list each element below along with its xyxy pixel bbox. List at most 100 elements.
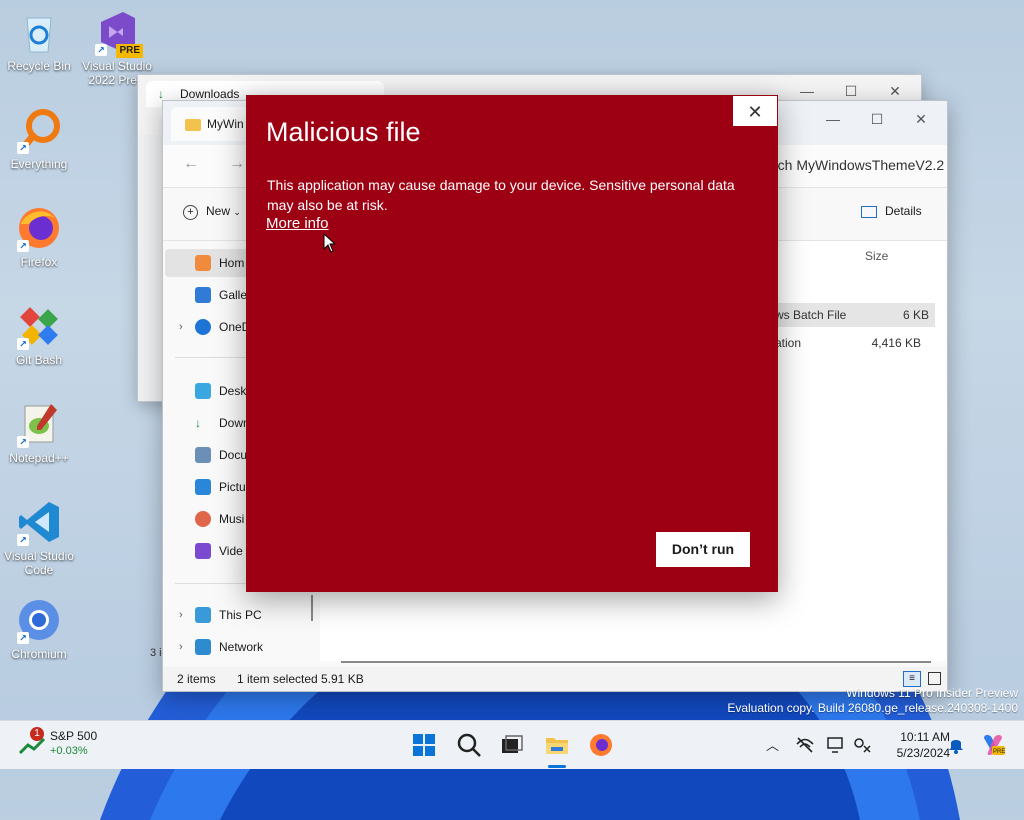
- file-type: ws Batch File: [775, 308, 847, 322]
- pre-badge: PRE: [116, 44, 143, 58]
- new-button[interactable]: + New ⌄: [183, 204, 241, 220]
- nav-pane-scrollbar[interactable]: [311, 595, 313, 621]
- close-button[interactable]: ✕: [899, 107, 943, 131]
- firefox-icon: ↗: [15, 204, 63, 252]
- desktop-icon: [195, 383, 211, 399]
- nav-item-label: Network: [219, 640, 264, 654]
- nav-item-videos[interactable]: Vide: [195, 537, 243, 565]
- notepad-plus-plus-icon: ↗: [15, 400, 63, 448]
- chevron-right-icon[interactable]: ›: [179, 641, 183, 653]
- sidebar-strip: [138, 135, 164, 401]
- notification-badge: 1: [30, 727, 44, 741]
- details-button[interactable]: Details: [861, 204, 922, 218]
- network-icon: [195, 639, 211, 655]
- desktop-icon-notepad-plus-plus[interactable]: ↗ Notepad++: [1, 400, 77, 465]
- nav-item-desktop[interactable]: Deskt: [195, 377, 250, 405]
- chevron-up-icon[interactable]: ︿: [766, 735, 779, 754]
- nav-item-home[interactable]: Hom: [195, 249, 244, 277]
- maximize-button[interactable]: ☐: [855, 107, 899, 131]
- widget-change: +0.03%: [50, 745, 88, 757]
- chevron-right-icon[interactable]: ›: [179, 609, 183, 621]
- tab-label: MyWin: [207, 117, 244, 131]
- search-box[interactable]: rch MyWindowsThemeV2.2: [773, 157, 944, 173]
- evaluation-watermark: Windows 11 Pro Insider Preview Evaluatio…: [727, 686, 1018, 716]
- dialog-title: Malicious file: [266, 117, 421, 147]
- new-label: New: [206, 204, 231, 218]
- nav-item-this-pc[interactable]: This PC: [195, 601, 262, 629]
- vscode-icon: ↗: [15, 498, 63, 546]
- plus-icon: +: [183, 205, 198, 220]
- nav-item-pictures[interactable]: Pictu: [195, 473, 246, 501]
- column-header-size[interactable]: Size: [865, 249, 888, 263]
- dialog-message: This application may cause damage to you…: [267, 177, 735, 213]
- desktop-icon-vscode[interactable]: ↗ Visual Studio Code: [1, 498, 77, 577]
- desktop-icon-label: Firefox: [20, 255, 58, 269]
- video-icon: [195, 543, 211, 559]
- firefox-icon[interactable]: [587, 731, 615, 759]
- nav-item-label: Pictu: [219, 480, 246, 494]
- desktop-icon-firefox[interactable]: ↗ Firefox: [1, 204, 77, 269]
- nav-item-label: Hom: [219, 256, 245, 270]
- details-view-icon[interactable]: ≡: [903, 671, 921, 687]
- file-type: ation: [775, 336, 802, 350]
- more-info-link[interactable]: More info: [266, 215, 329, 232]
- stock-widget[interactable]: 1 S&P 500 +0.03%: [18, 727, 128, 761]
- nav-item-music[interactable]: Musi: [195, 505, 244, 533]
- display-icon[interactable]: [826, 736, 846, 754]
- task-view-icon[interactable]: [498, 731, 526, 759]
- download-icon: ↓: [195, 416, 201, 430]
- copilot-icon[interactable]: PRE: [980, 732, 1006, 758]
- nav-item-label: Musi: [219, 512, 245, 526]
- desktop-icon-label: Code: [24, 563, 54, 577]
- nav-item-documents[interactable]: Docu: [195, 441, 247, 469]
- status-selected: 1 item selected: [237, 672, 318, 686]
- desktop-icon-chromium[interactable]: ↗ Chromium: [1, 596, 77, 661]
- details-label: Details: [885, 204, 922, 218]
- dialog-close-button[interactable]: ✕: [732, 95, 778, 127]
- minimize-button[interactable]: —: [811, 107, 855, 131]
- nav-item-label: Docu: [219, 448, 248, 462]
- dont-run-button[interactable]: Don’t run: [656, 532, 750, 567]
- file-row[interactable]: ws Batch File 6 KB: [775, 303, 935, 327]
- desktop-icon-git-bash[interactable]: ↗ Git Bash: [1, 302, 77, 367]
- accessibility-icon[interactable]: [852, 736, 872, 754]
- search-icon[interactable]: [455, 731, 483, 759]
- home-icon: [195, 255, 211, 271]
- recycle-bin-icon: [15, 8, 63, 56]
- everything-search-icon: ↗: [15, 106, 63, 154]
- network-disconnected-icon[interactable]: [795, 736, 815, 754]
- shortcut-arrow-icon: ↗: [17, 338, 29, 350]
- music-icon: [195, 511, 211, 527]
- nav-item-downloads[interactable]: ↓ Down: [195, 409, 250, 437]
- desktop-icon-label: Visual Studio: [82, 59, 152, 73]
- file-size: 4,416 KB: [871, 336, 921, 350]
- svg-text:PRE: PRE: [993, 749, 1005, 755]
- tiles-view-icon[interactable]: [928, 672, 941, 685]
- desktop-icon-label: Git Bash: [15, 353, 63, 367]
- cloud-icon: [195, 319, 211, 335]
- forward-arrow-icon[interactable]: →: [229, 155, 245, 173]
- back-window-item-count: 3 i: [150, 647, 162, 659]
- desktop-icon-recycle-bin[interactable]: Recycle Bin: [1, 8, 77, 73]
- system-clock[interactable]: 10:11 AM 5/23/2024: [878, 729, 950, 761]
- desktop-icon-label: Notepad++: [9, 451, 69, 465]
- nav-item-network[interactable]: Network: [195, 633, 263, 661]
- file-explorer-icon[interactable]: [543, 731, 571, 759]
- file-row[interactable]: ation 4,416 KB: [775, 331, 935, 355]
- shortcut-arrow-icon: ↗: [17, 632, 29, 644]
- horizontal-scrollbar[interactable]: [341, 661, 931, 663]
- back-arrow-icon[interactable]: ←: [183, 155, 199, 173]
- desktop-icon-label: Recycle Bin: [7, 59, 71, 73]
- notification-bell-icon[interactable]: [948, 736, 964, 754]
- desktop-icon-label: Chromium: [11, 647, 67, 661]
- tab-label: Downloads: [180, 87, 240, 101]
- pictures-icon: [195, 479, 211, 495]
- nav-item-gallery[interactable]: Galle: [195, 281, 247, 309]
- shortcut-arrow-icon: ↗: [95, 44, 107, 56]
- chevron-right-icon[interactable]: ›: [179, 321, 183, 333]
- desktop-icon-everything[interactable]: ↗ Everything: [1, 106, 77, 171]
- start-windows-icon[interactable]: [410, 731, 438, 759]
- shortcut-arrow-icon: ↗: [17, 142, 29, 154]
- nav-item-onedrive[interactable]: OneD: [195, 313, 250, 341]
- nav-item-label: This PC: [219, 608, 262, 622]
